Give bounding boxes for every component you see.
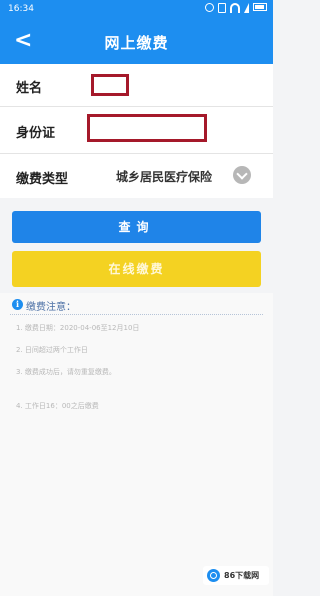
- notice-item-number: 1.: [16, 324, 23, 332]
- notice-item-text: 日间超过两个工作日: [24, 346, 88, 354]
- name-field[interactable]: [91, 74, 129, 96]
- page-title: 网上缴费: [104, 34, 169, 52]
- notice-item: 3. 缴费成功后，请勿重复缴费。: [16, 367, 268, 378]
- id-number-field[interactable]: [87, 114, 207, 142]
- notice-item-number: 2.: [16, 346, 23, 354]
- notice-item: 4. 工作日16：00之后缴费: [16, 401, 268, 412]
- notice-title: 缴费注意：: [26, 302, 76, 313]
- battery-icon: [253, 3, 267, 11]
- name-label: 姓名: [16, 81, 43, 96]
- wifi-icon: [230, 3, 240, 13]
- notice-item-number: 3.: [16, 368, 23, 376]
- payment-form: 姓名 身份证 缴费类型 城乡居民医疗保险: [0, 64, 273, 198]
- notice-item-text: 缴费成功后，请勿重复缴费。: [24, 368, 116, 376]
- notice-item-number: 4.: [16, 402, 23, 410]
- site-watermark: 86下载网: [203, 566, 269, 585]
- watermark-text: 86下载网: [224, 571, 260, 580]
- query-button[interactable]: 查询: [12, 211, 261, 243]
- watermark-logo-icon: [207, 569, 220, 582]
- id-row: 身份证: [0, 107, 273, 154]
- alarm-icon: [205, 3, 214, 12]
- status-icons: [205, 3, 267, 13]
- notice-item: 1. 缴费日期：2020-04-06至12月10日: [16, 323, 268, 334]
- id-label: 身份证: [16, 126, 56, 141]
- notice-item-text: 缴费日期：2020-04-06至12月10日: [24, 324, 140, 332]
- payment-type-row[interactable]: 缴费类型 城乡居民医疗保险: [0, 154, 273, 197]
- payment-notice: i 缴费注意： 1. 缴费日期：2020-04-06至12月10日 2. 日间超…: [0, 293, 273, 596]
- pay-online-button[interactable]: 在线缴费: [12, 251, 261, 287]
- status-time: 16:34: [8, 4, 34, 14]
- payment-type-value[interactable]: 城乡居民医疗保险: [116, 168, 212, 185]
- chevron-down-icon[interactable]: [233, 166, 251, 184]
- notice-item: 2. 日间超过两个工作日: [16, 345, 268, 356]
- notice-item-text: 工作日16：00之后缴费: [24, 402, 99, 410]
- vibrate-icon: [218, 3, 226, 13]
- notice-divider: [10, 314, 263, 315]
- payment-type-label: 缴费类型: [16, 172, 69, 187]
- name-row: 姓名: [0, 64, 273, 107]
- app-header: < 网上缴费: [0, 20, 273, 64]
- signal-icon: [244, 3, 249, 13]
- status-bar: 16:34: [0, 0, 273, 20]
- info-icon: i: [12, 299, 23, 310]
